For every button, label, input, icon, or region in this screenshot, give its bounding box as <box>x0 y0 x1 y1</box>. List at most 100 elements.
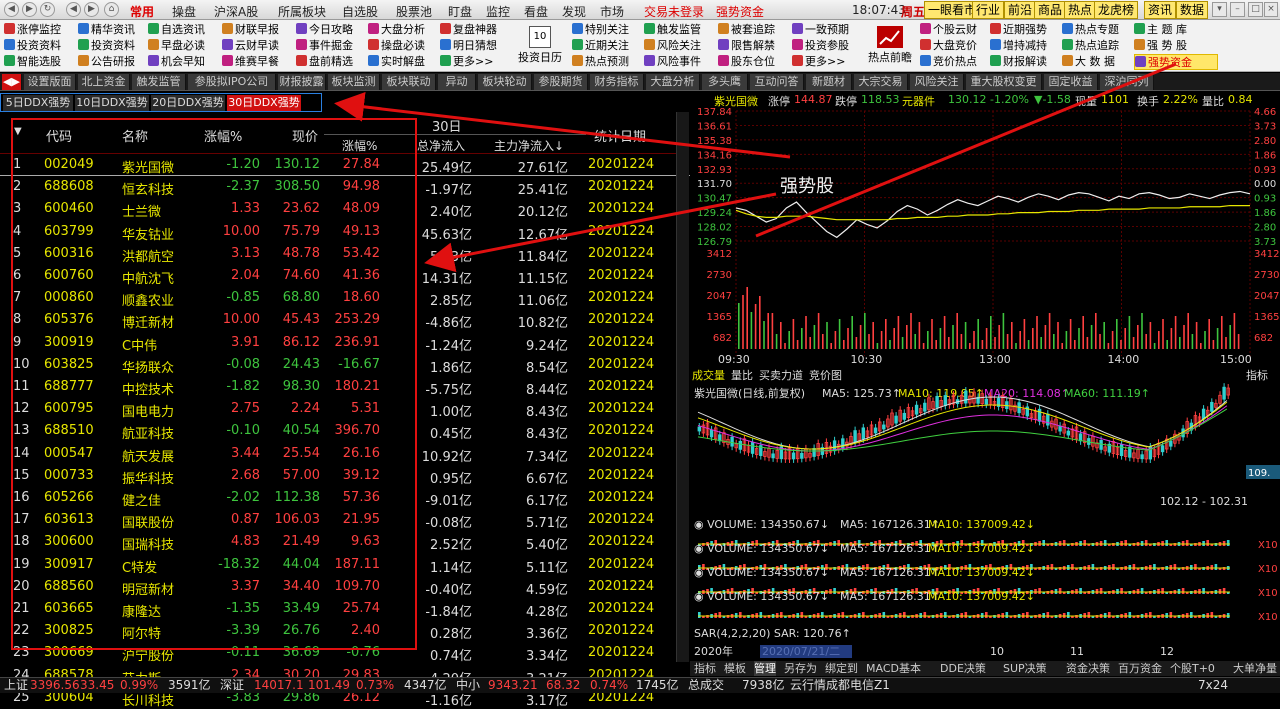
toolbar-col4-item-2[interactable]: 维赛早餐 <box>222 54 294 70</box>
toolbar-col10-item-2[interactable]: 股东仓位 <box>718 54 790 70</box>
toolbar-col11-item-0[interactable]: 一致预期 <box>792 22 864 38</box>
toolbar-col6-item-0[interactable]: 大盘分析 <box>368 22 442 38</box>
menu-caopan[interactable]: 操盘 <box>172 3 196 20</box>
tab-1[interactable]: 北上资金 <box>78 74 130 90</box>
tab-14[interactable]: 新题材 <box>806 74 852 90</box>
tab-qianyan[interactable]: 前沿 <box>1004 1 1037 19</box>
toolbar-col15-item-1[interactable]: 强 势 股 <box>1134 38 1218 54</box>
invest-calendar-button[interactable]: 10 投资日历 <box>516 24 564 65</box>
refresh-icon[interactable]: ↻ <box>40 2 55 17</box>
tab-7[interactable]: 异动 <box>438 74 476 90</box>
toolbar-col13-item-1[interactable]: 增持减持 <box>990 38 1062 54</box>
tab-19[interactable]: 深沪同列 <box>1100 74 1154 90</box>
minimize-icon[interactable]: – <box>1230 2 1245 17</box>
col-date-header[interactable]: 统计日期 <box>594 126 646 145</box>
toolbar-col12-item-0[interactable]: 个股云财 <box>920 22 992 38</box>
indicator-tab-0[interactable]: 指标 <box>694 661 716 676</box>
tab-15[interactable]: 大宗交易 <box>854 74 908 90</box>
toolbar-col2-item-2[interactable]: 公告研报 <box>78 54 140 70</box>
tab-16[interactable]: 风险关注 <box>910 74 964 90</box>
forward-icon-2[interactable]: ▶ <box>84 2 99 17</box>
tab-5[interactable]: 板块监测 <box>328 74 380 90</box>
menu-zixuan[interactable]: 自选股 <box>342 3 378 20</box>
toolbar-col10-item-0[interactable]: 被套追踪 <box>718 22 790 38</box>
indicator-tab-9[interactable]: 百万资金 <box>1118 661 1162 676</box>
chart-subtab-2[interactable]: 买卖力道 <box>759 368 803 382</box>
tab-2[interactable]: 触发监管 <box>132 74 186 90</box>
toolbar-col9-item-1[interactable]: 风险关注 <box>644 38 720 54</box>
toolbar-col5-item-2[interactable]: 盘前精选 <box>296 54 368 70</box>
toolbar-col9-item-2[interactable]: 风险事件 <box>644 54 720 70</box>
table-scrollbar[interactable] <box>676 112 689 662</box>
toolbar-col11-item-1[interactable]: 投资参股 <box>792 38 864 54</box>
tab-13[interactable]: 互动问答 <box>750 74 804 90</box>
toolbar-col13-item-2[interactable]: 财报解读 <box>990 54 1062 70</box>
menu-hushen[interactable]: 沪深A股 <box>214 3 258 20</box>
toolbar-col5-item-1[interactable]: 事件掘金 <box>296 38 368 54</box>
maximize-icon[interactable]: □ <box>1248 2 1263 17</box>
menu-dingpan[interactable]: 盯盘 <box>448 3 472 20</box>
toolbar-col1-item-2[interactable]: 智能选股 <box>4 54 72 70</box>
back-icon[interactable]: ◀ <box>4 2 19 17</box>
toolbar-col14-item-0[interactable]: 热点专题 <box>1062 22 1136 38</box>
toolbar-col10-item-1[interactable]: 限售解禁 <box>718 38 790 54</box>
indicator-tab-1[interactable]: 模板 <box>724 661 746 676</box>
toolbar-col7-item-0[interactable]: 复盘神器 <box>440 22 514 38</box>
indicator-tab-7[interactable]: SUP决策 <box>1003 661 1047 676</box>
tab-hangye[interactable]: 行业 <box>972 1 1005 19</box>
indicator-tab-10[interactable]: 个股T+0 <box>1170 661 1215 676</box>
toolbar-col4-item-1[interactable]: 云财早读 <box>222 38 294 54</box>
tab-10[interactable]: 财务指标 <box>590 74 644 90</box>
toolbar-col1-item-0[interactable]: 涨停监控 <box>4 22 72 38</box>
tab-8[interactable]: 板块轮动 <box>478 74 532 90</box>
toolbar-col15-item-0[interactable]: 主 题 库 <box>1134 22 1218 38</box>
chart-subtab-1[interactable]: 量比 <box>731 369 753 382</box>
tab-6[interactable]: 板块联动 <box>382 74 436 90</box>
indicator-tab-5[interactable]: MACD基本 <box>866 661 921 676</box>
indicator-tab-8[interactable]: 资金决策 <box>1066 661 1110 676</box>
strong-fund-link[interactable]: 强势资金 <box>716 3 764 20</box>
toolbar-col7-item-2[interactable]: 更多>> <box>440 54 514 70</box>
toolbar-col11-item-2[interactable]: 更多>> <box>792 54 864 70</box>
toolbar-col2-item-1[interactable]: 投资资料 <box>78 38 140 54</box>
intraday-chart[interactable]: 137.84 136.61 135.38 134.16 132.93 131.70 130.… <box>690 91 1280 681</box>
menu-shichang[interactable]: 市场 <box>600 3 624 20</box>
toolbar-col2-item-0[interactable]: 精华资讯 <box>78 22 140 38</box>
home-icon[interactable]: ⌂ <box>104 2 119 17</box>
tab-longhubang[interactable]: 龙虎榜 <box>1094 1 1139 19</box>
toolbar-col12-item-2[interactable]: 竞价热点 <box>920 54 992 70</box>
tab-17[interactable]: 重大股权变更 <box>966 74 1042 90</box>
toolbar-col14-item-1[interactable]: 热点追踪 <box>1062 38 1136 54</box>
tab-shangpin[interactable]: 商品 <box>1034 1 1067 19</box>
tab-redian[interactable]: 热点 <box>1064 1 1097 19</box>
indicator-tab-4[interactable]: 绑定到 <box>825 661 858 676</box>
toolbar-col1-item-1[interactable]: 投资资料 <box>4 38 72 54</box>
tab-18[interactable]: 固定收益 <box>1044 74 1098 90</box>
indicator-tab-3[interactable]: 另存为 <box>784 661 817 676</box>
toolbar-col8-item-1[interactable]: 近期关注 <box>572 38 644 54</box>
tab-4[interactable]: 财报披露 <box>278 74 326 90</box>
toolbar-col6-item-2[interactable]: 实时解盘 <box>368 54 442 70</box>
toolbar-col8-item-0[interactable]: 特别关注 <box>572 22 644 38</box>
tab-zixun[interactable]: 资讯 <box>1144 1 1177 19</box>
toolbar-col9-item-0[interactable]: 触发监管 <box>644 22 720 38</box>
close-icon[interactable]: × <box>1264 2 1278 17</box>
subtab-ddx-2[interactable]: 20日DDX强势 <box>151 95 225 111</box>
window-menu-icon[interactable]: ▾ <box>1212 2 1227 17</box>
menu-faxian[interactable]: 发现 <box>562 3 586 20</box>
tab-shuju[interactable]: 数据 <box>1176 1 1209 19</box>
indicator-tab-11[interactable]: 大单净量 <box>1233 661 1277 676</box>
login-link[interactable]: 交易未登录 <box>644 3 704 20</box>
menu-bankuai[interactable]: 所属板块 <box>278 3 326 20</box>
toolbar-col3-item-1[interactable]: 早盘必读 <box>148 38 220 54</box>
col-net-header[interactable]: 总净流入 <box>417 137 465 154</box>
toolbar-col4-item-0[interactable]: 财联早报 <box>222 22 294 38</box>
toolbar-col5-item-0[interactable]: 今日攻略 <box>296 22 368 38</box>
menu-jiankong[interactable]: 监控 <box>486 3 510 20</box>
toolbar-col13-item-0[interactable]: 近期强势 <box>990 22 1062 38</box>
menu-kanpan[interactable]: 看盘 <box>524 3 548 20</box>
indicator-tab-6[interactable]: DDE决策 <box>940 661 986 676</box>
menu-gupiaochi[interactable]: 股票池 <box>396 3 432 20</box>
col-main-header[interactable]: 主力净流入↓ <box>494 137 564 154</box>
toolbar-col8-item-2[interactable]: 热点预测 <box>572 54 644 70</box>
